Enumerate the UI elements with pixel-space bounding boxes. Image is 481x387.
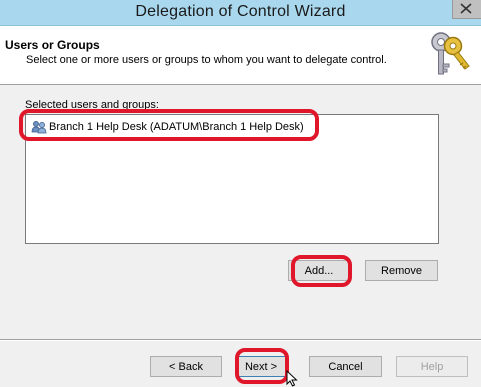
window-title: Delegation of Control Wizard: [135, 3, 346, 20]
cancel-button[interactable]: Cancel: [309, 356, 382, 377]
wizard-header: Users or Groups Select one or more users…: [0, 26, 481, 85]
keys-icon: [431, 32, 470, 75]
title-bar: Delegation of Control Wizard: [0, 0, 481, 26]
page-description: Select one or more users or groups to wh…: [26, 54, 387, 66]
next-button[interactable]: Next >: [236, 356, 286, 377]
back-button[interactable]: < Back: [150, 356, 222, 377]
help-button[interactable]: Help: [396, 356, 468, 377]
selected-users-list[interactable]: Branch 1 Help Desk (ADATUM\Branch 1 Help…: [25, 114, 439, 244]
list-item-label: Branch 1 Help Desk (ADATUM\Branch 1 Help…: [49, 121, 304, 133]
close-button[interactable]: [452, 0, 481, 19]
remove-button[interactable]: Remove: [365, 260, 438, 281]
page-title: Users or Groups: [5, 38, 100, 52]
add-button[interactable]: Add...: [288, 260, 350, 281]
list-item[interactable]: Branch 1 Help Desk (ADATUM\Branch 1 Help…: [31, 119, 304, 135]
user-group-icon: [31, 121, 47, 134]
mouse-cursor-icon: [286, 370, 298, 387]
close-icon: [460, 3, 472, 14]
footer-separator: [0, 339, 481, 341]
selected-users-label: Selected users and groups:: [25, 99, 159, 111]
